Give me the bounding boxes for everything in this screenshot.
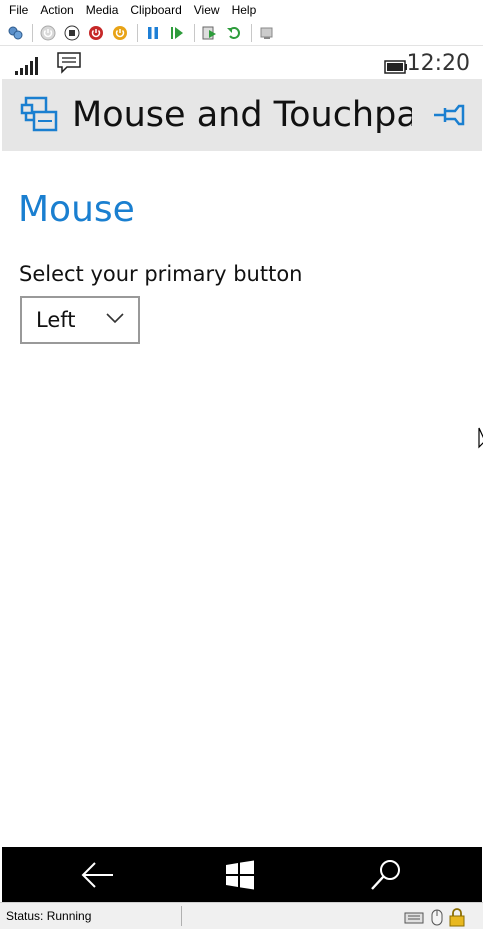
reset-icon[interactable] bbox=[199, 22, 221, 44]
section-title-mouse: Mouse bbox=[18, 189, 135, 230]
primary-button-label: Select your primary button bbox=[19, 262, 303, 286]
devices-icon bbox=[20, 96, 58, 132]
toolbar-separator bbox=[194, 23, 195, 42]
dropdown-value: Left bbox=[36, 308, 76, 332]
windows-logo-icon bbox=[226, 860, 254, 890]
stop-icon[interactable] bbox=[61, 22, 83, 44]
menu-bar: File Action Media Clipboard View Help bbox=[0, 0, 483, 20]
toolbar-separator bbox=[137, 23, 138, 42]
power-icon[interactable] bbox=[109, 22, 131, 44]
primary-button-dropdown[interactable]: Left bbox=[20, 296, 140, 344]
menu-file[interactable]: File bbox=[3, 3, 34, 17]
notification-icon[interactable] bbox=[57, 52, 81, 74]
pause-icon[interactable] bbox=[142, 22, 164, 44]
menu-action[interactable]: Action bbox=[34, 3, 79, 17]
shutdown-icon[interactable] bbox=[85, 22, 107, 44]
window-status-bar: Status: Running bbox=[0, 902, 483, 929]
mouse-icon bbox=[431, 909, 443, 926]
keyboard-icon bbox=[404, 912, 424, 924]
status-text: Status: Running bbox=[6, 909, 92, 923]
search-icon bbox=[371, 860, 400, 890]
power-off-icon[interactable] bbox=[37, 22, 59, 44]
lock-icon bbox=[449, 908, 465, 927]
menu-clipboard[interactable]: Clipboard bbox=[124, 3, 187, 17]
phone-status-bar: 12:20 bbox=[2, 47, 482, 79]
toolbar bbox=[0, 20, 483, 46]
start-button[interactable] bbox=[220, 855, 260, 895]
menu-help[interactable]: Help bbox=[226, 3, 263, 17]
cursor-icon bbox=[478, 427, 483, 449]
menu-media[interactable]: Media bbox=[80, 3, 125, 17]
toolbar-separator bbox=[251, 23, 252, 42]
pin-icon[interactable] bbox=[433, 103, 467, 127]
settings-icon[interactable] bbox=[4, 22, 26, 44]
revert-icon[interactable] bbox=[223, 22, 245, 44]
menu-view[interactable]: View bbox=[188, 3, 226, 17]
battery-icon bbox=[384, 60, 407, 74]
phone-screen: 12:20 Mouse and Touchpac Mouse Select yo… bbox=[2, 47, 483, 902]
search-button[interactable] bbox=[366, 855, 406, 895]
chevron-down-icon bbox=[106, 313, 124, 324]
clock: 12:20 bbox=[406, 51, 470, 76]
signal-icon bbox=[15, 57, 38, 75]
app-header: Mouse and Touchpac bbox=[2, 79, 482, 151]
status-separator bbox=[181, 906, 182, 926]
back-button[interactable] bbox=[78, 855, 118, 895]
nav-bar bbox=[2, 847, 482, 902]
checkpoint-icon[interactable] bbox=[256, 22, 278, 44]
toolbar-separator bbox=[32, 23, 33, 42]
back-arrow-icon bbox=[81, 862, 113, 888]
page-title: Mouse and Touchpac bbox=[72, 95, 412, 135]
resume-icon[interactable] bbox=[166, 22, 188, 44]
